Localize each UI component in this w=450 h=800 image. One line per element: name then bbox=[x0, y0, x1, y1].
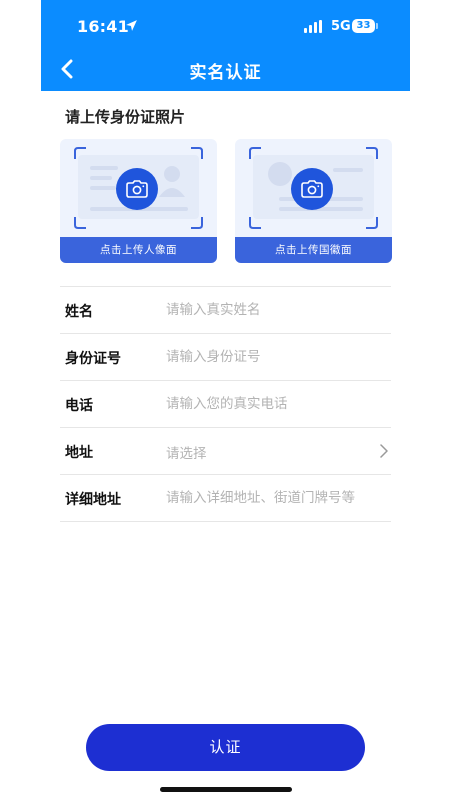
chevron-right-icon bbox=[380, 444, 388, 458]
id-number-input[interactable] bbox=[166, 342, 376, 372]
signal-icon bbox=[304, 20, 322, 33]
status-bar: 16:41 5G 33 bbox=[41, 0, 410, 48]
upload-emblem-label: 点击上传国徽面 bbox=[235, 237, 392, 263]
name-label: 姓名 bbox=[65, 304, 93, 320]
form-row-phone: 电话 bbox=[60, 380, 391, 427]
form-row-detail-address: 详细地址 bbox=[60, 474, 391, 522]
location-arrow-icon bbox=[126, 20, 137, 31]
camera-button[interactable] bbox=[291, 168, 333, 210]
camera-icon bbox=[126, 180, 148, 198]
network-type: 5G bbox=[331, 19, 351, 34]
app-screen: 16:41 5G 33 实名认证 请上传身份证照片 点击上传人像面 点击上传国徽… bbox=[41, 0, 410, 800]
battery-tip bbox=[376, 23, 378, 29]
camera-icon bbox=[301, 180, 323, 198]
home-indicator bbox=[160, 787, 292, 792]
detail-address-input[interactable] bbox=[166, 483, 376, 513]
verify-button[interactable]: 认证 bbox=[86, 724, 365, 771]
identity-form: 姓名 身份证号 电话 地址 请选择 详细地址 bbox=[60, 286, 391, 522]
address-label: 地址 bbox=[65, 445, 93, 461]
status-time: 16:41 bbox=[77, 17, 129, 36]
battery-icon: 33 bbox=[352, 19, 375, 33]
page-title: 实名认证 bbox=[189, 63, 262, 83]
upload-emblem-side[interactable]: 点击上传国徽面 bbox=[235, 139, 392, 263]
camera-button[interactable] bbox=[116, 168, 158, 210]
id-number-label: 身份证号 bbox=[65, 351, 121, 367]
upload-portrait-side[interactable]: 点击上传人像面 bbox=[60, 139, 217, 263]
nav-bar: 实名认证 bbox=[41, 48, 410, 91]
phone-label: 电话 bbox=[65, 398, 93, 414]
address-select[interactable]: 请选择 bbox=[166, 442, 207, 462]
form-row-name: 姓名 bbox=[60, 286, 391, 333]
header: 16:41 5G 33 实名认证 bbox=[41, 0, 410, 91]
form-row-address[interactable]: 地址 请选择 bbox=[60, 427, 391, 474]
upload-portrait-label: 点击上传人像面 bbox=[60, 237, 217, 263]
form-row-id-number: 身份证号 bbox=[60, 333, 391, 380]
name-input[interactable] bbox=[166, 295, 376, 325]
detail-address-label: 详细地址 bbox=[65, 492, 121, 508]
phone-input[interactable] bbox=[166, 389, 376, 419]
upload-section-title: 请上传身份证照片 bbox=[65, 108, 186, 126]
